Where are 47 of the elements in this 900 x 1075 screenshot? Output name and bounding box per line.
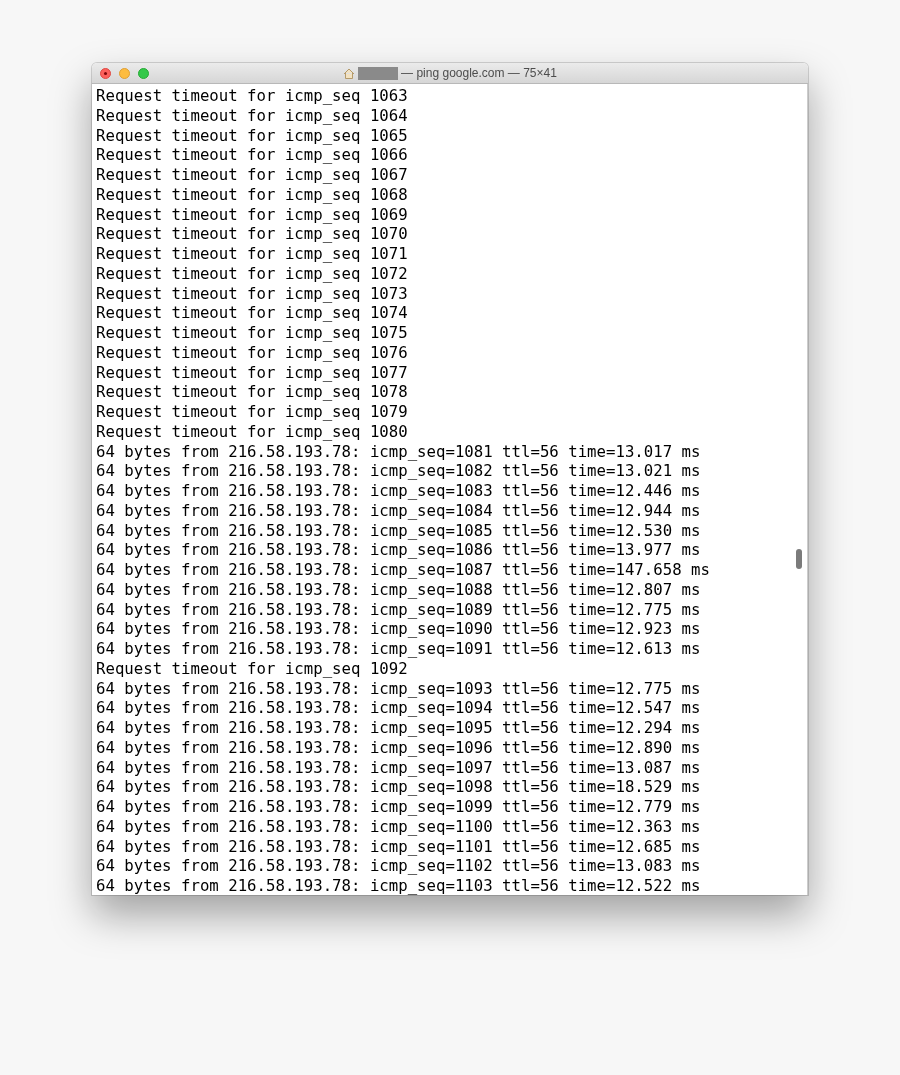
redacted-block — [358, 66, 399, 80]
terminal-line: 64 bytes from 216.58.193.78: icmp_seq=1081 ttl=56 time=13.017 ms — [96, 441, 701, 462]
terminal-line: 64 bytes from 216.58.193.78: icmp_seq=1093 ttl=56 time=12.775 ms — [96, 678, 701, 699]
home-icon — [343, 67, 356, 79]
terminal-line: 64 bytes from 216.58.193.78: icmp_seq=1095 ttl=56 time=12.294 ms — [96, 718, 701, 738]
terminal-line: 64 bytes from 216.58.193.78: icmp_seq=1086 ttl=56 time=13.977 ms — [96, 540, 701, 560]
terminal-line: 64 bytes from 216.58.193.78: icmp_seq=1083 ttl=56 time=12.446 ms — [96, 481, 701, 501]
terminal-line: 64 bytes from 216.58.193.78: icmp_seq=1085 ttl=56 time=12.530 ms — [96, 520, 701, 541]
terminal-line: 64 bytes from 216.58.193.78: icmp_seq=1084 ttl=56 time=12.944 ms — [96, 500, 701, 521]
terminal-line: 64 bytes from 216.58.193.78: icmp_seq=1100 ttl=56 time=12.363 ms — [96, 816, 701, 837]
window-title: — ping google.com — 75×41 — [401, 66, 557, 80]
terminal-line: Request timeout for icmp_seq 1075 — [96, 323, 408, 343]
terminal-line: 64 bytes from 216.58.193.78: icmp_seq=1087 ttl=56 time=147.658 ms — [96, 560, 710, 580]
zoom-button[interactable] — [138, 67, 149, 79]
terminal-line: 64 bytes from 216.58.193.78: icmp_seq=1096 ttl=56 time=12.890 ms — [96, 737, 701, 758]
terminal-line: Request timeout for icmp_seq 1066 — [96, 145, 408, 165]
terminal-line: 64 bytes from 216.58.193.78: icmp_seq=1099 ttl=56 time=12.779 ms — [96, 797, 701, 817]
close-button[interactable] — [100, 67, 111, 79]
terminal-line: 64 bytes from 216.58.193.78: icmp_seq=1097 ttl=56 time=13.087 ms — [96, 757, 701, 778]
terminal-line: 64 bytes from 216.58.193.78: icmp_seq=1098 ttl=56 time=18.529 ms — [96, 777, 701, 797]
terminal-line: Request timeout for icmp_seq 1065 — [96, 125, 408, 146]
terminal-line: Request timeout for icmp_seq 1074 — [96, 303, 408, 323]
terminal-line: 64 bytes from 216.58.193.78: icmp_seq=1094 ttl=56 time=12.547 ms — [96, 698, 701, 718]
terminal-line: Request timeout for icmp_seq 1078 — [96, 382, 408, 402]
terminal-line: Request timeout for icmp_seq 1064 — [96, 105, 408, 126]
terminal-line: 64 bytes from 216.58.193.78: icmp_seq=1089 ttl=56 time=12.775 ms — [96, 599, 701, 620]
terminal-line: Request timeout for icmp_seq 1068 — [96, 184, 408, 205]
terminal-line: Request timeout for icmp_seq 1069 — [96, 204, 408, 225]
terminal-line: Request timeout for icmp_seq 1071 — [96, 244, 408, 264]
terminal-line: Request timeout for icmp_seq 1063 — [96, 86, 408, 106]
terminal-line: 64 bytes from 216.58.193.78: icmp_seq=1088 ttl=56 time=12.807 ms — [96, 579, 701, 600]
terminal-line: 64 bytes from 216.58.193.78: icmp_seq=1091 ttl=56 time=12.613 ms — [96, 639, 701, 659]
terminal-line: Request timeout for icmp_seq 1076 — [96, 342, 408, 363]
terminal-line: 64 bytes from 216.58.193.78: icmp_seq=1102 ttl=56 time=13.083 ms — [96, 856, 701, 876]
terminal-line: 64 bytes from 216.58.193.78: icmp_seq=1103 ttl=56 time=12.522 ms — [96, 876, 701, 895]
scrollbar-thumb[interactable] — [796, 549, 802, 569]
terminal-line: 64 bytes from 216.58.193.78: icmp_seq=1101 ttl=56 time=12.685 ms — [96, 836, 701, 857]
terminal-line: Request timeout for icmp_seq 1073 — [96, 283, 408, 304]
terminal-line: Request timeout for icmp_seq 1080 — [96, 421, 408, 442]
terminal-line: Request timeout for icmp_seq 1072 — [96, 263, 408, 284]
terminal-line: Request timeout for icmp_seq 1070 — [96, 224, 408, 244]
terminal-line: 64 bytes from 216.58.193.78: icmp_seq=1082 ttl=56 time=13.021 ms — [96, 461, 701, 481]
terminal-line: Request timeout for icmp_seq 1077 — [96, 362, 408, 383]
terminal-line: Request timeout for icmp_seq 1079 — [96, 402, 408, 422]
terminal-line: 64 bytes from 216.58.193.78: icmp_seq=1090 ttl=56 time=12.923 ms — [96, 619, 701, 639]
terminal-line: Request timeout for icmp_seq 1092 — [96, 658, 408, 679]
terminal-line: Request timeout for icmp_seq 1067 — [96, 165, 408, 185]
